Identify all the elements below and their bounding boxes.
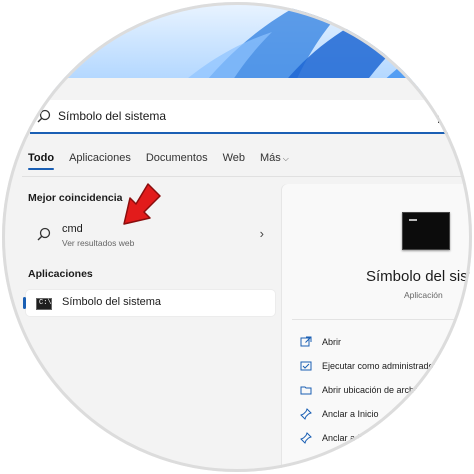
red-annotation-arrow-icon [123, 183, 161, 225]
tab-todo[interactable]: Todo [28, 152, 55, 170]
app-details-pane: Símbolo del sistema Aplicación Abrir Eje… [282, 184, 472, 472]
chevron-right-icon[interactable]: › [260, 226, 264, 241]
action-pin-to-start-label: Anclar a Inicio [322, 409, 379, 419]
action-open-label: Abrir [322, 337, 342, 347]
apps-heading: Aplicaciones [28, 268, 93, 280]
screenshot-circle: Todo Aplicaciones Documentos Web Más⌵ Me… [2, 2, 472, 472]
action-open-file-location-label: Abrir ubicación de archivo [322, 385, 426, 395]
web-search-icon [37, 227, 51, 241]
best-match-subtitle: Ver resultados web [62, 238, 135, 248]
tabs-divider [22, 176, 472, 177]
open-external-icon [300, 336, 312, 347]
details-app-name: Símbolo del sistema [366, 268, 472, 285]
tab-web[interactable]: Web [223, 152, 245, 164]
action-run-as-admin-label: Ejecutar como administrador [322, 361, 437, 371]
action-open[interactable]: Abrir [300, 336, 341, 348]
details-divider [292, 319, 472, 320]
action-pin-to-taskbar[interactable]: Anclar a la barra de tareas [300, 432, 428, 444]
search-input[interactable] [56, 108, 440, 124]
app-result-simbolo-del-sistema[interactable]: C:\ Símbolo del sistema [23, 290, 275, 316]
action-open-file-location[interactable]: Abrir ubicación de archivo [300, 384, 426, 396]
command-prompt-large-icon [402, 212, 450, 250]
action-pin-to-taskbar-label: Anclar a la barra de tareas [322, 433, 429, 443]
shield-icon [300, 361, 312, 371]
tab-mas[interactable]: Más ⌵ [260, 152, 289, 164]
tab-aplicaciones[interactable]: Aplicaciones [69, 152, 131, 164]
chevron-down-icon: ⌵ [282, 154, 289, 163]
folder-icon [300, 386, 312, 395]
text-caret [438, 109, 439, 123]
details-app-type: Aplicación [404, 290, 443, 300]
search-tabs: Todo Aplicaciones Documentos Web Más ⌵ [28, 152, 304, 170]
command-prompt-icon: C:\ [36, 298, 52, 310]
selection-indicator [23, 297, 26, 309]
tab-documentos[interactable]: Documentos [146, 152, 208, 164]
tab-mas-label: Más [260, 152, 281, 164]
search-icon [37, 109, 51, 123]
action-run-as-admin[interactable]: Ejecutar como administrador [300, 360, 437, 372]
pin-icon [300, 432, 312, 444]
action-pin-to-start[interactable]: Anclar a Inicio [300, 408, 379, 420]
app-result-label: Símbolo del sistema [62, 296, 162, 308]
search-box[interactable] [30, 100, 472, 134]
best-match-title: cmd [62, 223, 83, 235]
pin-icon [300, 408, 312, 420]
best-match-heading: Mejor coincidencia [28, 192, 123, 204]
